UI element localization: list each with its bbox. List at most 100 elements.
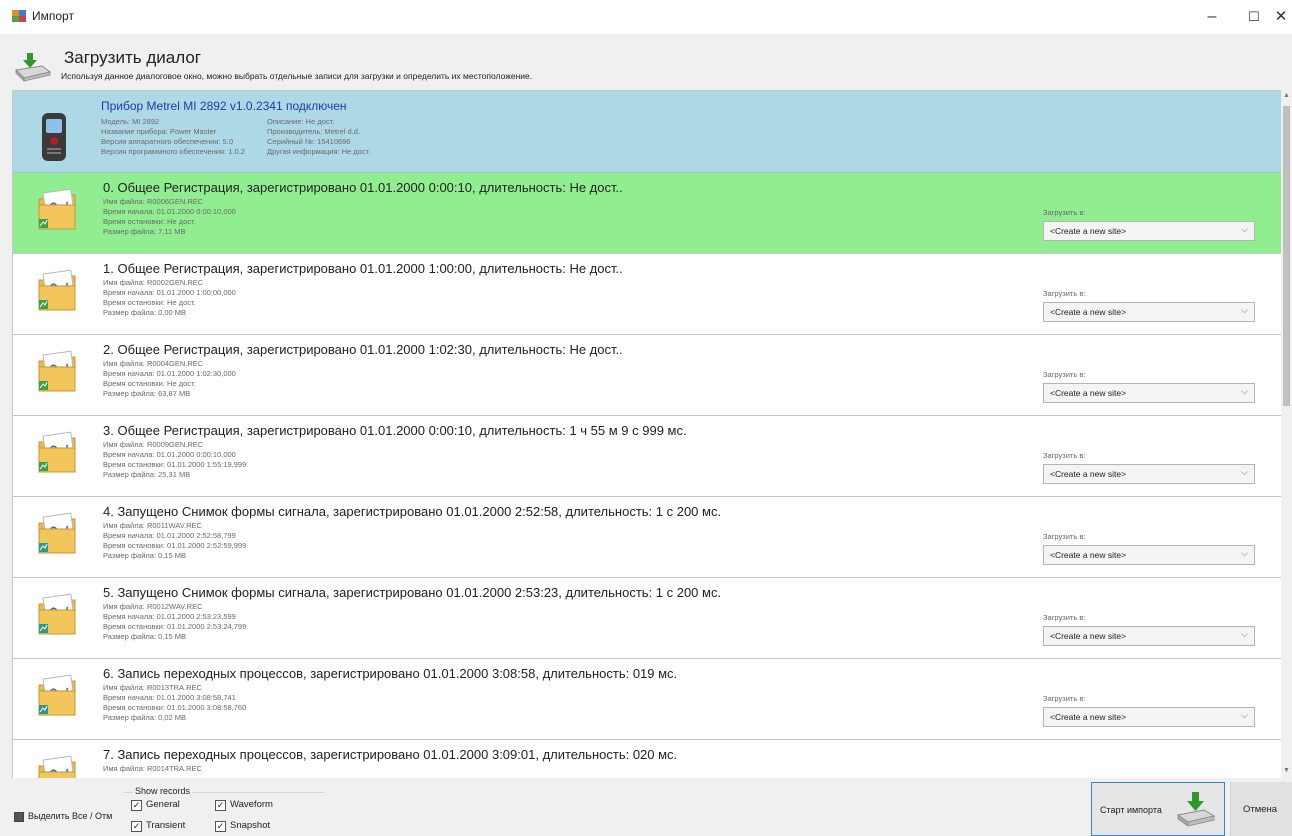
chevron-down-icon[interactable]: ⌵ (1241, 629, 1248, 640)
records-list[interactable]: Прибор Metrel MI 2892 v1.0.2341 подключе… (12, 90, 1288, 778)
dialog-header: Загрузить диалог Используя данное диалог… (0, 34, 1292, 90)
record-stop-time: Время остановки: 01.01.2000 2:53:24,799 (103, 622, 247, 631)
record-file-size: Размер файла: 63,87 MB (103, 389, 191, 398)
record-file-size: Размер файла: 0,02 MB (103, 713, 187, 722)
download-drive-icon (14, 53, 52, 82)
start-import-button[interactable]: Старт импорта (1091, 782, 1225, 836)
log-folder-icon (38, 188, 76, 230)
record-start-time: Время начала: 01.01.2000 0:00:10,000 (103, 207, 236, 216)
download-drive-icon (1176, 792, 1216, 827)
device-other-info: Другая информация: Не дост. (267, 147, 371, 156)
window-title: Импорт (32, 9, 74, 23)
record-file-name: Имя файла: R0011WAV.REC (103, 521, 202, 530)
general-check-icon[interactable]: ✓ (131, 800, 142, 811)
site-dropdown[interactable]: <Create a new site> ⌵ (1043, 383, 1255, 403)
title-bar: Импорт – ☐ ✕ (0, 0, 1292, 34)
record-row[interactable]: 1. Общее Регистрация, зарегистрировано 0… (13, 254, 1288, 335)
show-records-group: Show records ✓ General ✓ Waveform ✓ Tran… (123, 786, 325, 836)
cancel-button[interactable]: Отмена (1230, 782, 1292, 836)
record-file-size: Размер файла: 0,15 MB (103, 551, 187, 560)
site-dropdown[interactable]: <Create a new site> ⌵ (1043, 302, 1255, 322)
record-row[interactable]: 2. Общее Регистрация, зарегистрировано 0… (13, 335, 1288, 416)
site-dropdown[interactable]: <Create a new site> ⌵ (1043, 221, 1255, 241)
record-row[interactable]: 3. Общее Регистрация, зарегистрировано 0… (13, 416, 1288, 497)
chevron-down-icon[interactable]: ⌵ (1241, 467, 1248, 478)
record-start-time: Время начала: 01.01.2000 2:53:23,599 (103, 612, 236, 621)
record-stop-time: Время остановки: Не дост. (103, 298, 196, 307)
load-to-label: Загрузить в: (1043, 208, 1086, 217)
waveform-check-icon[interactable]: ✓ (215, 800, 226, 811)
site-dropdown-value: <Create a new site> (1050, 550, 1127, 560)
site-dropdown[interactable]: <Create a new site> ⌵ (1043, 464, 1255, 484)
scroll-thumb[interactable] (1283, 106, 1290, 406)
site-dropdown[interactable]: <Create a new site> ⌵ (1043, 707, 1255, 727)
record-stop-time: Время остановки: Не дост. (103, 379, 196, 388)
minimize-button[interactable]: – (1194, 4, 1230, 30)
record-file-name: Имя файла: R0012WAV.REC (103, 602, 203, 611)
start-import-label: Старт импорта (1100, 805, 1162, 815)
site-dropdown-value: <Create a new site> (1050, 712, 1127, 722)
transient-label: Transient (146, 820, 186, 831)
close-button[interactable]: ✕ (1270, 4, 1292, 30)
load-to-label: Загрузить в: (1043, 451, 1086, 460)
snapshot-check-icon[interactable]: ✓ (215, 821, 226, 832)
record-file-size: Размер файла: 0,15 MB (103, 632, 187, 641)
record-row[interactable]: 5. Запущено Снимок формы сигнала, зареги… (13, 578, 1288, 659)
record-title: 0. Общее Регистрация, зарегистрировано 0… (103, 180, 623, 195)
record-stop-time: Время остановки: 01.01.2000 3:08:58,760 (103, 703, 247, 712)
chevron-down-icon[interactable]: ⌵ (1241, 224, 1248, 235)
chevron-down-icon[interactable]: ⌵ (1241, 386, 1248, 397)
app-icon (12, 10, 26, 22)
chevron-down-icon[interactable]: ⌵ (1241, 305, 1248, 316)
maximize-button[interactable]: ☐ (1236, 4, 1272, 30)
site-dropdown[interactable]: <Create a new site> ⌵ (1043, 626, 1255, 646)
show-records-title: Show records (133, 786, 193, 796)
import-window: { "window": { "title": "Импорт", "minimi… (0, 0, 1292, 836)
record-stop-time: Время остановки: 01.01.2000 1:55:19,999 (103, 460, 247, 469)
waveform-folder-icon (38, 593, 76, 635)
transient-check-icon[interactable]: ✓ (131, 821, 142, 832)
record-title: 2. Общее Регистрация, зарегистрировано 0… (103, 342, 623, 357)
record-stop-time: Время остановки: 01.01.2000 2:52:59,999 (103, 541, 247, 550)
scroll-down-arrow-icon[interactable]: ▼ (1281, 767, 1292, 774)
log-folder-icon (38, 269, 76, 311)
device-description: Описание: Не дост. (267, 117, 335, 126)
device-fw-version: Версия программного обеспечения: 1.0.2 (101, 147, 245, 156)
device-icon (42, 113, 66, 161)
device-name: Название прибора: Power Master (101, 127, 217, 136)
record-file-size: Размер файла: 7,11 MB (103, 227, 186, 236)
scroll-up-arrow-icon[interactable]: ▲ (1281, 92, 1292, 99)
record-row[interactable]: 6. Запись переходных процессов, зарегист… (13, 659, 1288, 740)
record-file-name: Имя файла: R0006GEN.REC (103, 197, 204, 206)
dialog-title: Загрузить диалог (64, 48, 201, 67)
list-scrollbar[interactable]: ▲ ▼ (1281, 90, 1292, 778)
select-all-checkbox[interactable]: Выделить Все / Отм (14, 810, 122, 826)
record-file-name: Имя файла: R0009GEN.REC (103, 440, 204, 449)
device-manufacturer: Производитель: Metrel d.d. (267, 127, 360, 136)
dialog-description: Используя данное диалоговое окно, можно … (61, 71, 533, 81)
device-info-row: Прибор Metrel MI 2892 v1.0.2341 подключе… (13, 91, 1288, 173)
chevron-down-icon[interactable]: ⌵ (1241, 710, 1248, 721)
record-row[interactable]: 4. Запущено Снимок формы сигнала, зареги… (13, 497, 1288, 578)
transient-folder-icon (38, 755, 76, 778)
record-file-name: Имя файла: R0014TRA.REC (103, 764, 202, 773)
waveform-label: Waveform (230, 799, 273, 810)
select-all-box[interactable] (14, 812, 24, 822)
record-title: 3. Общее Регистрация, зарегистрировано 0… (103, 423, 687, 438)
record-file-size: Размер файла: 25,31 MB (103, 470, 191, 479)
transient-folder-icon (38, 674, 76, 716)
record-file-name: Имя файла: R0002GEN.REC (103, 278, 204, 287)
chevron-down-icon[interactable]: ⌵ (1241, 548, 1248, 559)
record-row[interactable]: 0. Общее Регистрация, зарегистрировано 0… (13, 173, 1288, 254)
load-to-label: Загрузить в: (1043, 370, 1086, 379)
load-to-label: Загрузить в: (1043, 694, 1086, 703)
record-title: 7. Запись переходных процессов, зарегист… (103, 747, 678, 762)
site-dropdown-value: <Create a new site> (1050, 631, 1127, 641)
general-label: General (146, 799, 180, 810)
load-to-label: Загрузить в: (1043, 532, 1086, 541)
site-dropdown[interactable]: <Create a new site> ⌵ (1043, 545, 1255, 565)
device-hw-version: Версия аппаратного обеспечения: 5.0 (101, 137, 233, 146)
record-row[interactable]: 7. Запись переходных процессов, зарегист… (13, 740, 1288, 778)
record-start-time: Время начала: 01.01.2000 1:00:00,000 (103, 288, 236, 297)
snapshot-label: Snapshot (230, 820, 271, 831)
